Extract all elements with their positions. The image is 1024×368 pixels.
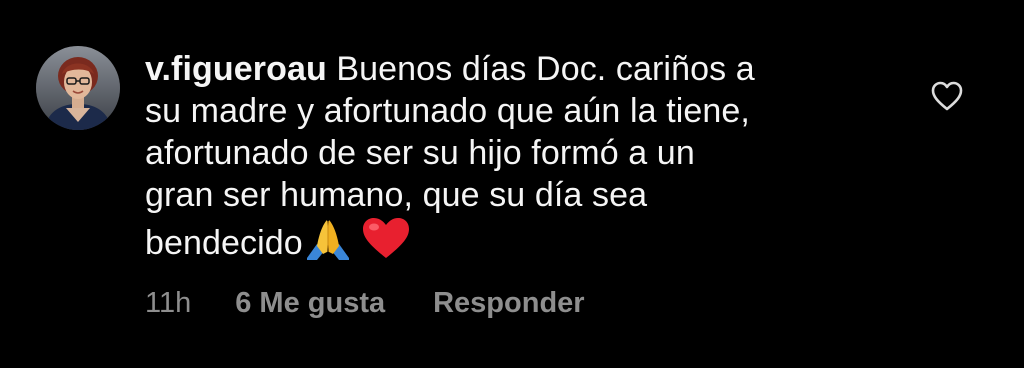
folded-hands-icon: [305, 218, 351, 260]
avatar[interactable]: [36, 46, 120, 130]
comment-item: v.figueroau Buenos días Doc. cariños a s…: [0, 0, 1024, 368]
reply-button[interactable]: Responder: [433, 287, 584, 319]
comment-line-5: bendecido: [145, 216, 865, 264]
comment-meta: 11h 6 Me gusta Responder: [145, 285, 585, 321]
comment-text-line-1: Buenos días Doc. cariños a: [336, 50, 755, 88]
avatar-image: [36, 46, 120, 130]
comment-line-1: v.figueroau Buenos días Doc. cariños a: [145, 48, 865, 90]
comment-line-4: gran ser humano, que su día sea: [145, 176, 648, 214]
comment-text: v.figueroau Buenos días Doc. cariños a s…: [145, 48, 865, 264]
red-heart-icon: [361, 216, 411, 260]
comment-time: 11h: [145, 287, 192, 319]
likes-count-link[interactable]: 6 Me gusta: [235, 287, 385, 319]
username[interactable]: v.figueroau: [145, 50, 327, 88]
comment-line-3: afortunado de ser su hijo formó a un: [145, 134, 695, 172]
comment-line-2: su madre y afortunado que aún la tiene,: [145, 92, 750, 130]
heart-outline-icon[interactable]: [930, 80, 964, 112]
comment-text-line-5: bendecido: [145, 224, 303, 262]
